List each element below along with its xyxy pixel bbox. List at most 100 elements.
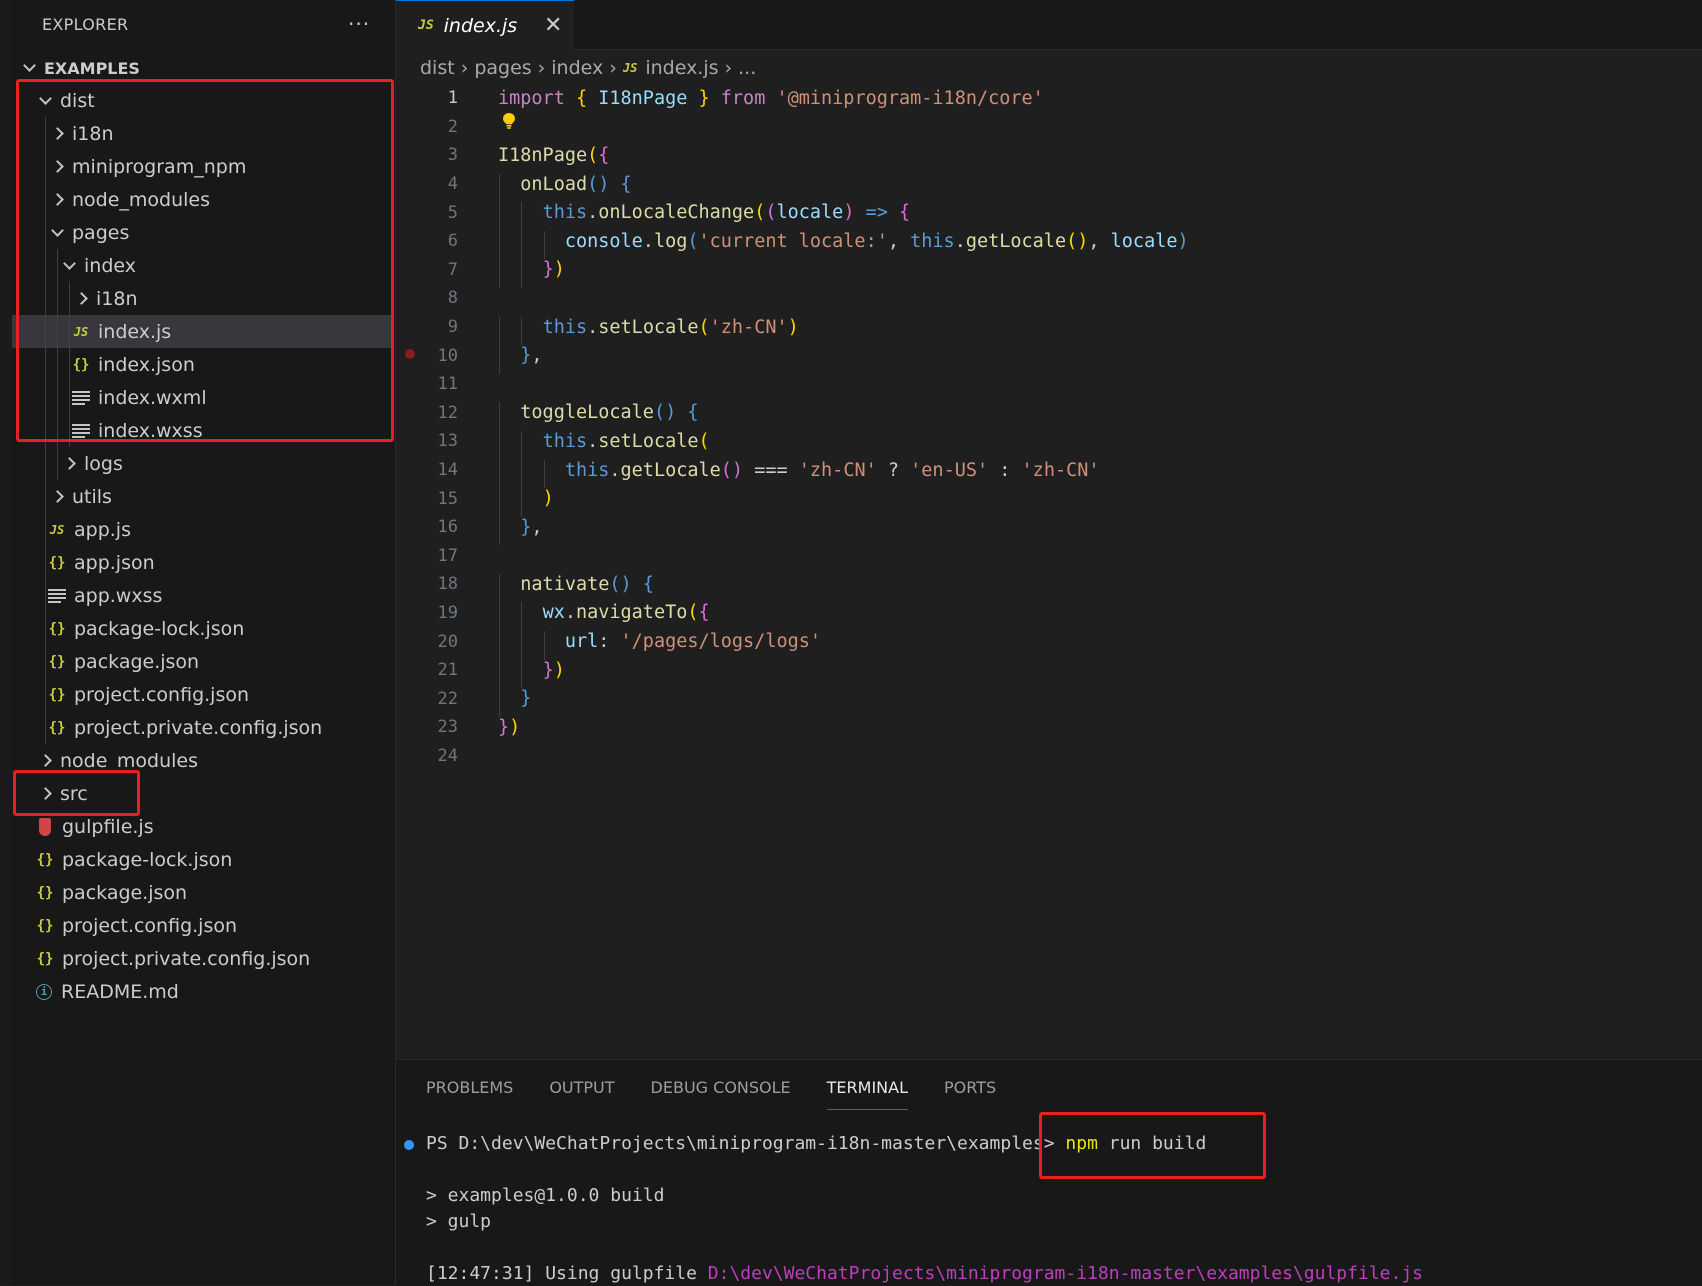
code-line[interactable]: 1 import { I18nPage } from '@miniprogram-… (396, 84, 1702, 113)
code-line[interactable]: 12 toggleLocale() { (396, 399, 1702, 431)
code-editor[interactable]: 1 import { I18nPage } from '@miniprogram-… (396, 84, 1702, 770)
breadcrumb-item-symbols[interactable]: ... (738, 57, 756, 79)
tab-ports[interactable]: PORTS (944, 1078, 996, 1106)
line-number: 20 (437, 631, 458, 652)
chevron-right-icon: › (724, 57, 733, 79)
code-line[interactable]: 18 nativate() { (396, 570, 1702, 603)
code-line[interactable]: 7 }) (396, 256, 1702, 288)
terminal-path-link[interactable]: D:\dev\WeChatProjects\miniprogram-i18n-m… (708, 1263, 1423, 1284)
tree-item-app-json[interactable]: {} app.json (12, 546, 394, 579)
code-token: locale (1110, 230, 1178, 252)
code-token: === (743, 459, 799, 481)
code-line[interactable]: 24 (396, 742, 1702, 771)
code-token: this (910, 230, 955, 252)
terminal-output-line: > gulp (426, 1211, 492, 1232)
more-actions-icon[interactable]: ··· (348, 12, 370, 36)
lightbulb-icon[interactable] (503, 113, 515, 129)
tree-item-package-lock-json[interactable]: {} package-lock.json (12, 843, 394, 876)
code-line[interactable]: 5 this.onLocaleChange((locale) => { (396, 198, 1702, 231)
indent-guide (45, 645, 46, 678)
terminal-output-line: > examples@1.0.0 build (426, 1185, 665, 1206)
tab-index-js[interactable]: JS index.js ✕ (396, 0, 574, 50)
code-line[interactable]: 8 (396, 284, 1702, 313)
code-token: . (564, 602, 576, 624)
code-line[interactable]: 6 console.log('current locale:', this.ge… (396, 227, 1702, 260)
breadcrumb-item-index[interactable]: index (551, 57, 603, 79)
tree-item-app-wxss[interactable]: app.wxss (12, 579, 394, 612)
indent-guide (45, 678, 46, 711)
code-line[interactable]: 22 } (396, 684, 1702, 717)
code-token: . (642, 230, 654, 252)
indent-guide (45, 447, 46, 480)
code-text: }) (498, 659, 565, 689)
tree-item-label: project.config.json (62, 914, 238, 937)
tab-problems[interactable]: PROBLEMS (426, 1078, 513, 1106)
code-text: ) (498, 488, 554, 517)
tree-item-project-config-json[interactable]: {} project.config.json (12, 909, 394, 942)
chevron-right-icon: › (537, 57, 546, 79)
code-line[interactable]: 4 onLoad() { (396, 170, 1702, 203)
code-token: 'zh-CN' (709, 316, 788, 338)
code-token: ( (698, 316, 710, 338)
code-line[interactable]: 16 }, (396, 513, 1702, 546)
tree-item-project-private-config-json[interactable]: {} project.private.config.json (12, 711, 394, 744)
code-line[interactable]: 11 (396, 370, 1702, 399)
highlight-box-dist (16, 79, 394, 442)
code-line[interactable]: 13 this.setLocale( (396, 427, 1702, 460)
code-line[interactable]: 20 url: '/pages/logs/logs' (396, 627, 1702, 660)
json-file-icon: {} (48, 686, 66, 703)
tree-item-utils[interactable]: utils (12, 480, 394, 513)
code-line[interactable]: 9 this.setLocale('zh-CN') (396, 313, 1702, 346)
info-icon: i (36, 983, 52, 1000)
code-token: . (587, 202, 599, 224)
tab-terminal[interactable]: TERMINAL (826, 1078, 909, 1110)
code-line[interactable]: 14 this.getLocale() === 'zh-CN' ? 'en-US… (396, 456, 1702, 489)
indent-guide (45, 546, 46, 579)
indent-guide (45, 612, 46, 645)
tree-item-project-private-config-json[interactable]: {} project.private.config.json (12, 942, 394, 975)
tab-output[interactable]: OUTPUT (549, 1078, 614, 1106)
breadcrumb-item-file[interactable]: index.js (645, 57, 718, 79)
line-number: 7 (447, 259, 458, 280)
breadcrumb-item-dist[interactable]: dist (420, 57, 455, 79)
code-token: '/pages/logs/logs' (620, 631, 822, 653)
tab-debug-console[interactable]: DEBUG CONSOLE (651, 1078, 791, 1106)
code-token: ) (553, 659, 565, 681)
tree-item-package-json[interactable]: {} package.json (12, 876, 394, 909)
tree-item-package-json[interactable]: {} package.json (12, 645, 394, 678)
tree-item-app-js[interactable]: JS app.js (12, 513, 394, 546)
bottom-panel: PROBLEMS OUTPUT DEBUG CONSOLE TERMINAL P… (396, 1059, 1702, 1286)
tree-item-logs[interactable]: logs (12, 447, 394, 480)
tree-item-project-config-json[interactable]: {} project.config.json (12, 678, 394, 711)
code-line[interactable]: 17 (396, 542, 1702, 571)
code-line[interactable]: 10 }, (396, 341, 1702, 374)
code-line[interactable]: 2 (396, 113, 1702, 142)
tab-label: index.js (443, 14, 518, 37)
chevron-right-icon (36, 754, 54, 767)
tree-item-label: package-lock.json (74, 617, 245, 640)
editor-tab-bar: JS index.js ✕ (396, 0, 1702, 50)
code-token: 'en-US' (910, 459, 989, 481)
code-line[interactable]: 23}) (396, 713, 1702, 742)
code-line[interactable]: 19 wx.navigateTo({ (396, 599, 1702, 632)
breadcrumb-item-pages[interactable]: pages (474, 57, 531, 79)
code-token: '@miniprogram-i18n/core' (776, 87, 1044, 109)
tree-item-readme-md[interactable]: i README.md (12, 975, 394, 1008)
code-line[interactable]: 3 I18nPage({ (396, 141, 1702, 170)
code-token: ? (876, 459, 911, 481)
code-line[interactable]: 21 }) (396, 656, 1702, 689)
close-icon[interactable]: ✕ (544, 13, 562, 38)
workspace-section-header[interactable]: EXAMPLES (20, 56, 140, 80)
code-line[interactable]: 15 ) (396, 484, 1702, 517)
tree-item-label: README.md (61, 980, 179, 1003)
breakpoint-marker[interactable] (405, 349, 415, 359)
tree-item-package-lock-json[interactable]: {} package-lock.json (12, 612, 394, 645)
code-text: onLoad() { (498, 173, 632, 203)
code-token: => (854, 202, 900, 224)
code-token: 'current locale:' (698, 230, 888, 252)
